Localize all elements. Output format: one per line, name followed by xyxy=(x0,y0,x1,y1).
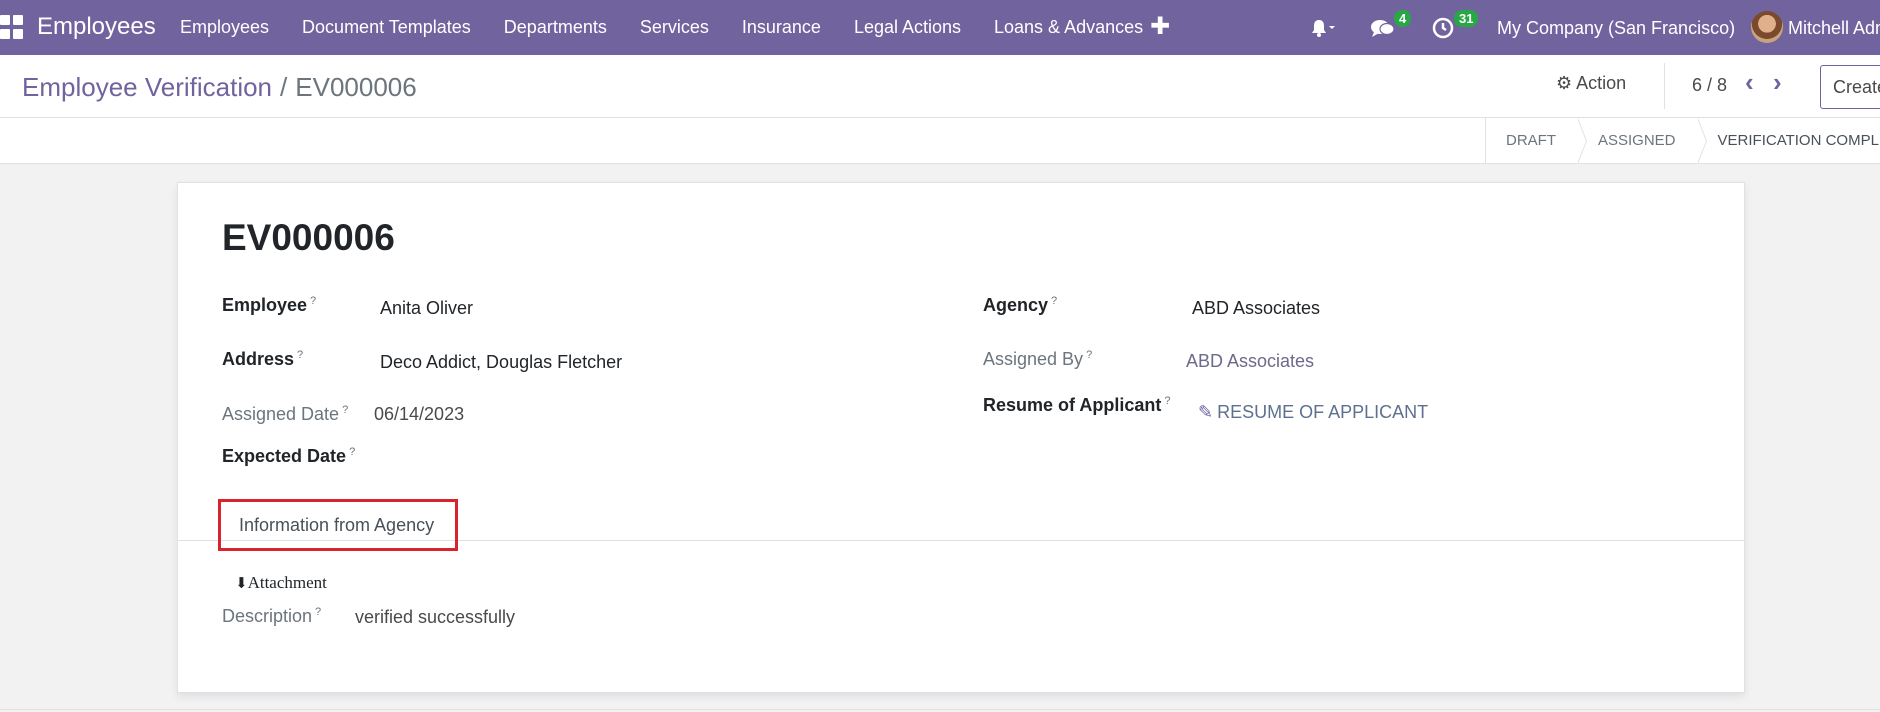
description-label: Description? xyxy=(222,606,321,627)
tab-information-from-agency[interactable]: Information from Agency xyxy=(218,499,458,551)
resume-attachment[interactable]: ✎ RESUME OF APPLICANT xyxy=(1198,402,1428,423)
help-icon[interactable]: ? xyxy=(310,295,316,307)
menu-item-services[interactable]: Services xyxy=(640,17,709,38)
menu-item-insurance[interactable]: Insurance xyxy=(742,17,821,38)
clock-icon[interactable]: 31 xyxy=(1432,0,1479,55)
user-menu[interactable]: Mitchell Admin xyxy=(1788,18,1880,39)
paperclip-icon: ✎ xyxy=(1198,402,1214,422)
assigned-by-label-text: Assigned By xyxy=(983,349,1084,369)
chat-count-badge: 4 xyxy=(1394,10,1412,27)
breadcrumb-parent[interactable]: Employee Verification xyxy=(22,72,272,102)
assigned-by-link[interactable]: ABD Associates xyxy=(1186,351,1314,372)
stage-draft[interactable]: DRAFT xyxy=(1486,118,1587,164)
resume-label: Resume of Applicant? xyxy=(983,395,1170,416)
breadcrumb-separator: / xyxy=(280,72,288,102)
top-navbar: Employees Employees Document Templates D… xyxy=(0,0,1880,55)
stage-pipeline: DRAFT ASSIGNED VERIFICATION COMPLETED xyxy=(1485,118,1880,164)
help-icon[interactable]: ? xyxy=(1051,295,1057,307)
breadcrumb: Employee Verification / EV000006 xyxy=(22,72,417,103)
agency-label: Agency? xyxy=(983,295,1057,316)
control-panel: Employee Verification / EV000006 ⚙ Action … xyxy=(0,55,1880,118)
create-button[interactable]: Create xyxy=(1820,65,1880,109)
help-icon[interactable]: ? xyxy=(1086,349,1092,361)
divider xyxy=(1664,63,1665,109)
chevron-right-icon[interactable]: › xyxy=(1773,67,1782,98)
resume-label-text: Resume of Applicant xyxy=(983,395,1162,415)
apps-grid-icon[interactable] xyxy=(0,15,24,39)
assigned-by-label: Assigned By? xyxy=(983,349,1092,370)
main-menu: Employees Document Templates Departments… xyxy=(180,17,1176,38)
company-switcher[interactable]: My Company (San Francisco) xyxy=(1497,18,1735,39)
menu-item-loans-advances[interactable]: Loans & Advances xyxy=(994,17,1143,38)
action-button[interactable]: ⚙ Action xyxy=(1556,73,1626,94)
bell-icon[interactable] xyxy=(1310,0,1336,55)
chat-bubbles-icon[interactable]: 4 xyxy=(1370,0,1412,55)
help-icon[interactable]: ? xyxy=(349,446,355,458)
page-bottom-border xyxy=(0,709,1880,710)
address-field[interactable]: Deco Addict, Douglas Fletcher xyxy=(380,352,622,373)
employee-label-text: Employee xyxy=(222,295,308,315)
help-icon[interactable]: ? xyxy=(315,606,321,618)
pager-value[interactable]: 6 / 8 xyxy=(1692,75,1727,96)
attachment-label: Attachment xyxy=(247,573,327,592)
download-icon: ⬇ xyxy=(235,576,248,592)
plus-icon[interactable]: ✚ xyxy=(1150,12,1170,41)
chevron-left-icon[interactable]: ‹ xyxy=(1745,67,1754,98)
menu-item-departments[interactable]: Departments xyxy=(504,17,607,38)
agency-label-text: Agency xyxy=(983,295,1049,315)
action-label: Action xyxy=(1576,73,1627,93)
help-icon[interactable]: ? xyxy=(342,404,348,416)
tab-label: Information from Agency xyxy=(239,515,435,535)
description-label-text: Description xyxy=(222,606,313,626)
status-bar: DRAFT ASSIGNED VERIFICATION COMPLETED xyxy=(0,118,1880,164)
employee-field[interactable]: Anita Oliver xyxy=(380,298,473,319)
menu-item-document-templates[interactable]: Document Templates xyxy=(302,17,471,38)
activity-count-badge: 31 xyxy=(1454,10,1479,27)
agency-field[interactable]: ABD Associates xyxy=(1192,298,1320,319)
description-value: verified successfully xyxy=(355,607,516,627)
expected-date-label-text: Expected Date xyxy=(222,446,347,466)
assigned-date-label: Assigned Date? xyxy=(222,404,348,425)
menu-item-employees[interactable]: Employees xyxy=(180,17,269,38)
breadcrumb-current: EV000006 xyxy=(295,72,417,102)
address-label-text: Address xyxy=(222,349,295,369)
app-name[interactable]: Employees xyxy=(37,13,156,41)
record-title: EV000006 xyxy=(222,217,395,258)
stage-verification-completed[interactable]: VERIFICATION COMPLETED xyxy=(1698,118,1880,164)
menu-item-legal-actions[interactable]: Legal Actions xyxy=(854,17,961,38)
assigned-date-value: 06/14/2023 xyxy=(374,404,465,424)
address-label: Address? xyxy=(222,349,303,370)
assigned-date-label-text: Assigned Date xyxy=(222,404,340,424)
form-sheet: EV000006 Employee? Anita Oliver Address?… xyxy=(177,182,1746,693)
expected-date-label: Expected Date? xyxy=(222,446,355,467)
attachment-button[interactable]: ⬇Attachment xyxy=(235,573,327,593)
resume-attachment-label: RESUME OF APPLICANT xyxy=(1217,402,1429,422)
help-icon[interactable]: ? xyxy=(1164,395,1170,407)
stage-assigned[interactable]: ASSIGNED xyxy=(1578,118,1707,164)
employee-label: Employee? xyxy=(222,295,316,316)
help-icon[interactable]: ? xyxy=(297,349,303,361)
avatar[interactable] xyxy=(1751,11,1783,43)
gear-icon: ⚙ xyxy=(1556,73,1573,93)
